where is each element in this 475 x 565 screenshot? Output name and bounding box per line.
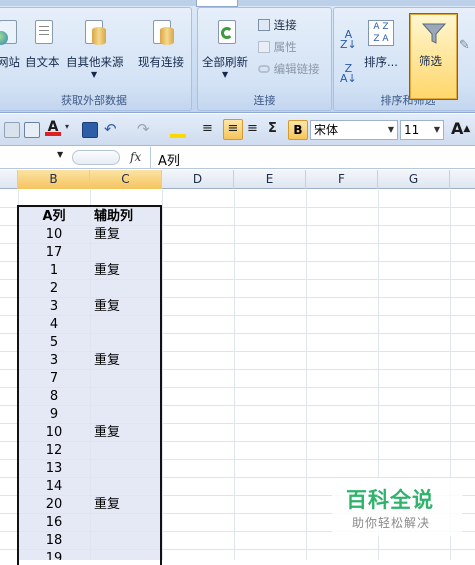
fill-color-icon[interactable] xyxy=(170,122,186,138)
formula-bar-slider[interactable] xyxy=(72,150,120,165)
properties-icon xyxy=(258,41,270,53)
name-box-dropdown-icon[interactable]: ▼ xyxy=(57,150,63,159)
column-header-h[interactable] xyxy=(450,170,475,189)
connections-icon xyxy=(258,19,270,31)
select-all-corner[interactable] xyxy=(0,170,18,189)
chevron-down-icon: ▼ xyxy=(387,125,394,134)
filter-label: 筛选 xyxy=(419,54,442,68)
group-connections: 全部刷新 ▼ 连接 属性 编辑链接 连接 xyxy=(197,7,332,111)
from-web-button[interactable]: 网站 xyxy=(0,54,20,70)
tab-data[interactable] xyxy=(196,0,238,7)
table-border xyxy=(17,205,162,565)
column-header-f[interactable]: F xyxy=(306,170,378,189)
watermark-title: 百科全说 xyxy=(346,488,434,512)
sort-za-icon[interactable]: Z A↓ xyxy=(340,63,357,84)
edit-links-item[interactable]: 编辑链接 xyxy=(258,61,320,77)
from-text-icon xyxy=(35,20,53,44)
advanced-filter-icon[interactable]: ✎ xyxy=(459,38,470,53)
fx-icon[interactable]: fx xyxy=(130,150,141,164)
refresh-all-icon xyxy=(218,20,236,44)
group-external-data: 网站 自文本 自其他来源 ▼ 现有连接 获取外部数据 xyxy=(0,7,192,111)
web-icon xyxy=(0,20,17,45)
filter-button[interactable]: 筛选 xyxy=(409,13,458,100)
font-name-select[interactable]: 宋体 ▼ xyxy=(310,120,398,140)
bold-button[interactable]: B xyxy=(288,120,308,140)
formula-bar: ▼ fx A列 xyxy=(0,147,475,169)
sort-button[interactable]: 排序... xyxy=(364,54,398,70)
format-painter-icon[interactable] xyxy=(24,122,40,138)
font-color-icon[interactable]: A xyxy=(45,120,61,136)
from-other-sources-button[interactable]: 自其他来源 xyxy=(66,54,124,70)
dropdown-arrow-icon: ▼ xyxy=(222,70,229,79)
refresh-all-button[interactable]: 全部刷新 xyxy=(202,54,248,70)
ribbon: 网站 自文本 自其他来源 ▼ 现有连接 获取外部数据 全部刷新 ▼ 连接 属性 xyxy=(0,0,475,113)
group-label-connections: 连接 xyxy=(253,94,276,107)
column-header-d[interactable]: D xyxy=(162,170,234,189)
save-icon[interactable] xyxy=(82,122,98,138)
watermark: 百科全说 助你轻松解决 xyxy=(332,478,462,536)
other-sources-icon xyxy=(85,20,106,45)
sort-dialog-icon: A ZZ A xyxy=(368,20,394,46)
align-center-icon[interactable]: ≡ xyxy=(223,119,243,140)
existing-connections-icon xyxy=(153,20,174,45)
link-icon xyxy=(258,65,270,73)
undo-icon[interactable]: ↶ xyxy=(104,122,120,138)
font-size-select[interactable]: 11 ▼ xyxy=(400,120,444,140)
grow-font-button[interactable]: A▲ xyxy=(451,120,470,138)
connections-item[interactable]: 连接 xyxy=(258,17,297,33)
redo-icon[interactable]: ↷ xyxy=(137,122,153,138)
from-text-button[interactable]: 自文本 xyxy=(25,54,60,70)
formatting-toolbar: A ▾ ↶ ↷ ≡ ≡ ≡ Σ B 宋体 ▼ 11 ▼ A▲ xyxy=(0,114,475,146)
column-headers: B C D E F G xyxy=(0,170,475,189)
formula-input[interactable]: A列 xyxy=(158,150,180,169)
chevron-down-icon: ▼ xyxy=(433,125,440,134)
dropdown-arrow-icon[interactable]: ▾ xyxy=(65,122,71,138)
column-header-g[interactable]: G xyxy=(378,170,450,189)
properties-item[interactable]: 属性 xyxy=(258,39,297,55)
align-right-icon[interactable]: ≡ xyxy=(247,122,263,138)
column-header-c[interactable]: C xyxy=(90,170,162,189)
autosum-icon[interactable]: Σ xyxy=(268,122,284,138)
align-left-icon[interactable]: ≡ xyxy=(202,122,218,138)
column-header-e[interactable]: E xyxy=(234,170,306,189)
existing-connections-button[interactable]: 现有连接 xyxy=(138,54,184,70)
sort-az-icon[interactable]: A Z↓ xyxy=(340,29,357,50)
watermark-subtitle: 助你轻松解决 xyxy=(352,516,431,530)
column-header-b[interactable]: B xyxy=(18,170,90,189)
funnel-icon xyxy=(421,23,447,44)
dropdown-arrow-icon: ▼ xyxy=(91,70,98,79)
paste-icon[interactable] xyxy=(4,122,20,138)
group-label-external: 获取外部数据 xyxy=(61,94,127,107)
